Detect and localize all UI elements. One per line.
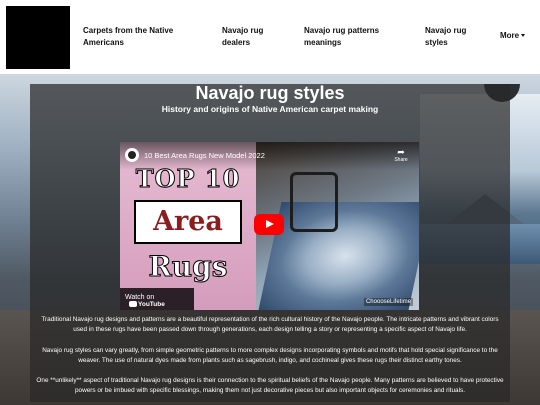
page-title: Navajo rug styles: [195, 83, 345, 103]
thumbnail-area-text: Area: [153, 206, 223, 237]
nav-link-carpets-native-americans[interactable]: Carpets from the Native Americans: [83, 25, 193, 49]
video-title[interactable]: 10 Best Area Rugs New Model 2022: [144, 151, 265, 160]
watch-on-youtube-button[interactable]: Watch on YouTube: [120, 288, 194, 310]
chair-image: [290, 172, 338, 232]
site-logo[interactable]: [6, 6, 70, 69]
thumbnail-area-box: Area: [134, 200, 242, 244]
paragraph-3: One **unlikely** aspect of traditional N…: [36, 377, 504, 394]
watch-on-label: Watch on: [125, 294, 155, 301]
channel-avatar[interactable]: [125, 148, 139, 162]
video-watermark: ChoooseLifetime: [363, 298, 413, 306]
youtube-logo-icon: YouTube: [129, 301, 165, 308]
chevron-down-icon: [521, 34, 526, 38]
nav-link-navajo-rug-patterns[interactable]: Navajo rug patterns meanings: [304, 25, 404, 49]
play-button[interactable]: [254, 214, 284, 235]
page-subtitle: History and origins of Native American c…: [161, 104, 379, 114]
paragraph-1: Traditional Navajo rug designs and patte…: [41, 316, 499, 333]
nav-link-navajo-rug-dealers[interactable]: Navajo rug dealers: [222, 25, 282, 49]
site-header: Carpets from the Native Americans Navajo…: [0, 0, 540, 74]
share-label: Share: [394, 157, 408, 163]
share-icon: ➦: [397, 147, 405, 157]
thumbnail-rugs-text: Rugs: [148, 250, 228, 284]
nav-more-dropdown[interactable]: More: [500, 31, 526, 40]
share-button[interactable]: ➦ Share: [391, 147, 411, 163]
nav-more-label: More: [500, 31, 520, 40]
nav-link-navajo-rug-styles[interactable]: Navajo rug styles: [425, 25, 485, 49]
youtube-label: YouTube: [138, 301, 165, 308]
paragraph-2: Navajo rug styles can vary greatly, from…: [42, 347, 498, 364]
youtube-video-embed[interactable]: TOP 10 Area Rugs 10 Best Area Rugs New M…: [120, 142, 419, 310]
